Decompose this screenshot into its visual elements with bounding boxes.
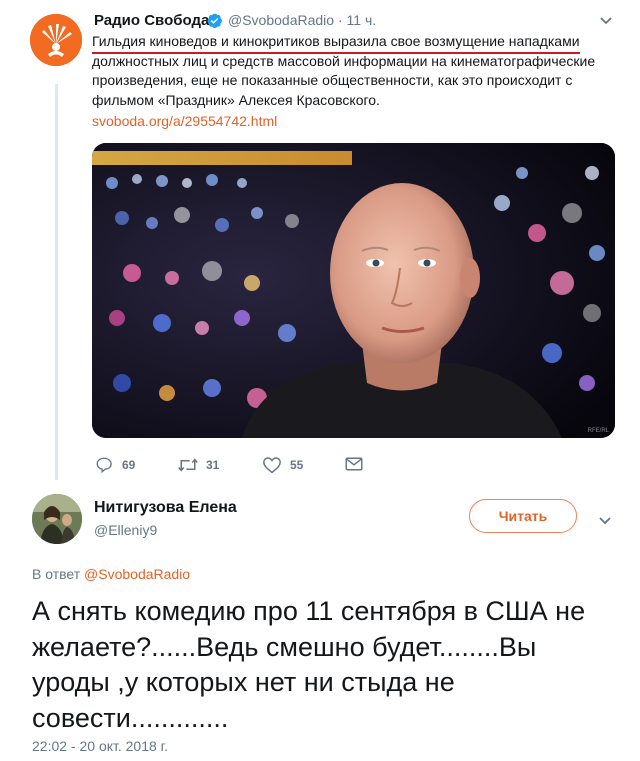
reply-context: В ответ @SvobodaRadio	[32, 566, 190, 582]
tweet-photo[interactable]: RFE/RL	[92, 143, 615, 438]
author-handle-and-time: @SvobodaRadio · 11 ч.	[228, 12, 376, 28]
like-icon	[263, 457, 281, 474]
tweet-text-highlighted: Гильдия киноведов и кинокритиков выразил…	[92, 32, 580, 54]
tweet-text: Гильдия киноведов и кинокритиков выразил…	[92, 32, 622, 110]
tweet-text-rest: должностных лиц и средств массовой инфор…	[92, 52, 596, 108]
reply-to-prefix: В ответ	[32, 566, 81, 582]
reply-action[interactable]	[95, 456, 113, 474]
direct-message-icon	[345, 457, 363, 471]
thread-line	[55, 84, 58, 480]
retweet-icon	[178, 458, 198, 472]
tweet-link[interactable]: svoboda.org/a/29554742.html	[92, 113, 277, 129]
like-count: 55	[290, 458, 304, 472]
reply-count: 69	[122, 458, 136, 472]
reply-to-handle[interactable]: @SvobodaRadio	[84, 566, 190, 582]
reply-text: А снять комедию про 11 сентября в США не…	[32, 596, 586, 733]
verified-badge-icon	[206, 12, 223, 29]
direct-message-action[interactable]	[345, 456, 363, 474]
reply-timestamp[interactable]: 22:02 - 20 окт. 2018 г.	[32, 738, 168, 754]
chevron-down-icon[interactable]	[598, 14, 614, 28]
radio-svoboda-logo-icon	[30, 14, 82, 66]
reply-author-handle[interactable]: @Elleniy9	[94, 522, 157, 538]
retweet-action[interactable]	[177, 456, 199, 474]
author-name[interactable]: Радио Свобода	[94, 12, 209, 29]
author-handle[interactable]: @SvobodaRadio	[228, 12, 334, 28]
separator: ·	[337, 12, 343, 28]
like-action[interactable]	[262, 456, 282, 474]
chevron-down-icon[interactable]	[597, 514, 613, 528]
tweet-time[interactable]: 11 ч.	[347, 12, 377, 28]
avatar[interactable]	[32, 494, 82, 544]
avatar[interactable]	[30, 14, 82, 66]
portrait-photo	[92, 143, 615, 438]
photo-watermark: RFE/RL	[587, 428, 609, 434]
follow-button[interactable]: Читать	[469, 499, 577, 533]
reply-icon	[96, 457, 112, 474]
retweet-count: 31	[206, 458, 220, 472]
user-photo	[32, 494, 82, 544]
reply-author-name[interactable]: Нитигузова Елена	[94, 499, 237, 517]
